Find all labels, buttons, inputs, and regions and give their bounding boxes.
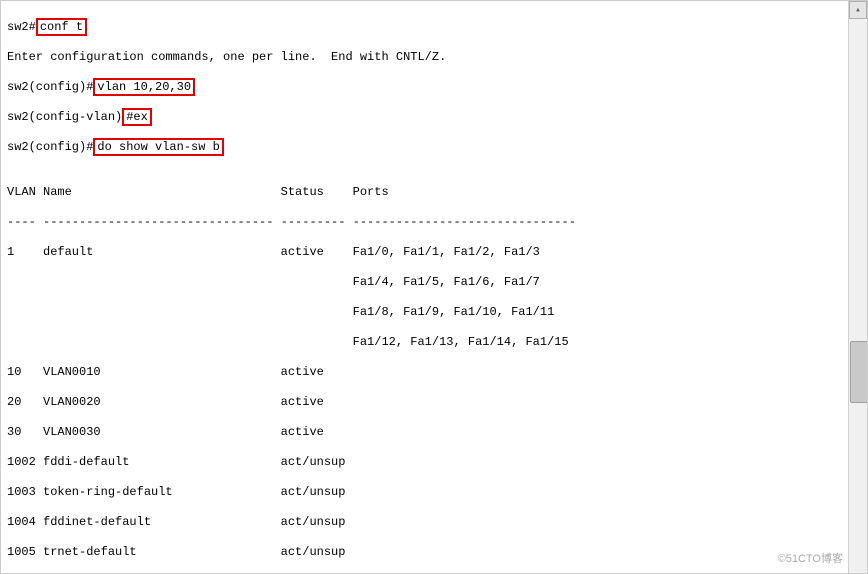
prompt: sw2# — [7, 20, 36, 34]
prompt: sw2(config)# — [7, 140, 93, 154]
table-row: 1 default active Fa1/0, Fa1/1, Fa1/2, Fa… — [7, 245, 863, 260]
scrollbar[interactable]: ▴ — [848, 1, 867, 573]
cli-line: sw2#conf t — [7, 20, 863, 35]
table-header: VLAN Name Status Ports — [7, 185, 863, 200]
cli-line: sw2(config)#do show vlan-sw b — [7, 140, 863, 155]
table-row: 20 VLAN0020 active — [7, 395, 863, 410]
prompt: sw2(config-vlan) — [7, 110, 122, 124]
prompt: sw2(config)# — [7, 80, 93, 94]
table-row: 30 VLAN0030 active — [7, 425, 863, 440]
table-row: 1002 fddi-default act/unsup — [7, 455, 863, 470]
arrow-up-icon: ▴ — [855, 3, 860, 18]
scroll-thumb[interactable] — [850, 341, 868, 403]
table-divider: ---- -------------------------------- --… — [7, 215, 863, 230]
table-row: Fa1/12, Fa1/13, Fa1/14, Fa1/15 — [7, 335, 863, 350]
highlight-cmd: #ex — [122, 108, 152, 126]
highlight-cmd: vlan 10,20,30 — [93, 78, 195, 96]
highlight-cmd: conf t — [36, 18, 87, 36]
highlight-cmd: do show vlan-sw b — [93, 138, 223, 156]
table-row: Fa1/8, Fa1/9, Fa1/10, Fa1/11 — [7, 305, 863, 320]
table-row: 1005 trnet-default act/unsup — [7, 545, 863, 560]
terminal-viewport[interactable]: sw2#conf t Enter configuration commands,… — [0, 0, 868, 574]
cli-line: Enter configuration commands, one per li… — [7, 50, 863, 65]
watermark: ©51CTO博客 — [778, 552, 843, 567]
table-row: 1004 fddinet-default act/unsup — [7, 515, 863, 530]
table-row: 1003 token-ring-default act/unsup — [7, 485, 863, 500]
scroll-up-arrow-icon[interactable]: ▴ — [849, 1, 867, 19]
cli-line: sw2(config-vlan)#ex — [7, 110, 863, 125]
table-row: 10 VLAN0010 active — [7, 365, 863, 380]
table-row: Fa1/4, Fa1/5, Fa1/6, Fa1/7 — [7, 275, 863, 290]
cli-line: sw2(config)#vlan 10,20,30 — [7, 80, 863, 95]
